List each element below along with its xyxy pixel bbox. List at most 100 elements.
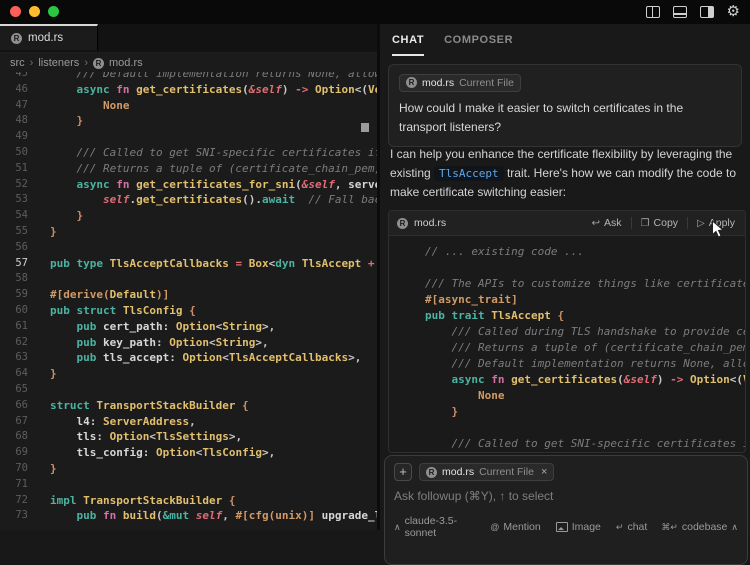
code-line: 66struct TransportStackBuilder { (0, 398, 377, 414)
line-number: 73 (0, 508, 28, 524)
code-line: /// The APIs to customize things like ce… (403, 276, 745, 292)
code-line: 68 tls: Option<TlsSettings>, (0, 429, 377, 445)
breadcrumb-item[interactable]: listeners (38, 57, 79, 69)
titlebar: ⚙ (0, 0, 750, 24)
code-line: 64} (0, 366, 377, 382)
code-line: 62 pub key_path: Option<String>, (0, 335, 377, 351)
line-number: 54 (0, 208, 28, 224)
line-number: 63 (0, 350, 28, 366)
ask-icon: ↩ (592, 218, 600, 229)
chip-tag: Current File (479, 466, 534, 478)
line-number: 64 (0, 366, 28, 382)
mouse-cursor (711, 220, 725, 239)
remove-context-icon[interactable]: × (541, 466, 547, 478)
chat-tab-bar: CHAT COMPOSER (380, 24, 750, 56)
line-number: 46 (0, 82, 28, 98)
mention-button[interactable]: @ Mention (490, 521, 541, 533)
line-number: 71 (0, 477, 28, 493)
tab-label: mod.rs (28, 32, 63, 44)
line-number: 56 (0, 240, 28, 256)
editor-pane: R mod.rs src›listeners›Rmod.rs 45 /// De… (0, 24, 377, 530)
rust-file-icon: R (11, 33, 22, 44)
add-context-button[interactable]: + (394, 463, 412, 481)
traffic-lights (10, 6, 59, 17)
copy-button[interactable]: ❐Copy (639, 217, 680, 229)
code-line: None (403, 388, 745, 404)
line-number: 47 (0, 98, 28, 114)
line-number: 69 (0, 445, 28, 461)
scrollbar-thumb[interactable] (361, 123, 369, 132)
code-editor[interactable]: 45 /// Default implementation returns No… (0, 72, 377, 530)
submit-codebase-button[interactable]: ⌘↵ codebase ∧ (661, 521, 738, 533)
breadcrumb[interactable]: src›listeners›Rmod.rs (0, 53, 377, 73)
line-number: 55 (0, 224, 28, 240)
chat-action-label: chat (627, 521, 647, 533)
code-line: 46 async fn get_certificates(&self) -> O… (0, 82, 377, 98)
minimize-window-button[interactable] (29, 6, 40, 17)
inline-code: TlsAccept (434, 166, 504, 181)
code-line: 60pub struct TlsConfig { (0, 303, 377, 319)
ask-button[interactable]: ↩Ask (590, 217, 624, 229)
breadcrumb-item[interactable]: src (10, 57, 25, 69)
split-editor-icon[interactable] (646, 6, 660, 18)
line-number: 70 (0, 461, 28, 477)
line-number: 60 (0, 303, 28, 319)
code-line: 50 /// Called to get SNI-specific certif… (0, 145, 377, 161)
model-selector[interactable]: ∧ claude-3.5-sonnet (394, 515, 475, 539)
chip-file-name: mod.rs (442, 466, 474, 478)
code-line: } (403, 404, 745, 420)
return-key-icon: ↵ (616, 522, 624, 533)
rust-file-icon: R (397, 218, 408, 229)
chat-panel-tab-chat[interactable]: CHAT (392, 24, 424, 56)
code-line: 56 (0, 240, 377, 256)
chat-input-footer: ∧ claude-3.5-sonnet @ Mention Image ↵ ch… (394, 515, 738, 539)
code-line: 52 async fn get_certificates_for_sni(&se… (0, 177, 377, 193)
line-number: 58 (0, 271, 28, 287)
rust-file-icon: R (93, 58, 104, 69)
image-label: Image (572, 521, 601, 533)
context-file-chip[interactable]: R mod.rs Current File × (419, 463, 554, 481)
breadcrumb-item[interactable]: mod.rs (109, 57, 143, 69)
code-line: #[async_trait] (403, 292, 745, 308)
tab-modrs[interactable]: R mod.rs (0, 24, 98, 50)
line-number: 59 (0, 287, 28, 303)
line-number: 72 (0, 493, 28, 509)
toggle-panel-icon[interactable] (673, 6, 687, 18)
chat-input-placeholder[interactable]: Ask followup (⌘Y), ↑ to select (394, 489, 738, 503)
chip-tag: Current File (459, 77, 514, 89)
line-number: 57 (0, 256, 28, 272)
code-line: 45 /// Default implementation returns No… (0, 72, 377, 82)
code-line: 70} (0, 461, 377, 477)
chip-file-name: mod.rs (422, 77, 454, 89)
action-separator (631, 217, 632, 229)
code-block-body[interactable]: // ... existing code .../// The APIs to … (389, 236, 745, 452)
editor-tab-bar: R mod.rs (0, 24, 377, 53)
code-line: async fn get_certificates(&self) -> Opti… (403, 372, 745, 388)
code-line: 72impl TransportStackBuilder { (0, 493, 377, 509)
code-line (403, 260, 745, 276)
chat-panel-tab-composer[interactable]: COMPOSER (444, 24, 513, 56)
code-line: 63 pub tls_accept: Option<TlsAcceptCallb… (0, 350, 377, 366)
line-number: 61 (0, 319, 28, 335)
line-number: 68 (0, 429, 28, 445)
line-number: 48 (0, 113, 28, 129)
toggle-secondary-sidebar-icon[interactable] (700, 6, 714, 18)
codebase-action-label: codebase (682, 521, 728, 533)
code-line (403, 420, 745, 436)
code-line: 47 None (0, 98, 377, 114)
submit-chat-button[interactable]: ↵ chat (616, 521, 647, 533)
code-line: 65 (0, 382, 377, 398)
context-file-chip[interactable]: R mod.rs Current File (399, 74, 521, 92)
line-number: 66 (0, 398, 28, 414)
chat-input[interactable]: + R mod.rs Current File × Ask followup (… (384, 455, 748, 565)
chat-panel: CHATCOMPOSER R mod.rs Current File How c… (380, 24, 750, 530)
image-button[interactable]: Image (556, 521, 601, 533)
at-icon: @ (490, 522, 499, 532)
code-line: 53 self.get_certificates().await // Fall… (0, 192, 377, 208)
close-window-button[interactable] (10, 6, 21, 17)
code-line: 49 (0, 129, 377, 145)
chevron-up-icon: ∧ (394, 522, 401, 533)
settings-gear-icon[interactable]: ⚙ (727, 5, 740, 19)
mention-label: Mention (503, 521, 540, 533)
zoom-window-button[interactable] (48, 6, 59, 17)
